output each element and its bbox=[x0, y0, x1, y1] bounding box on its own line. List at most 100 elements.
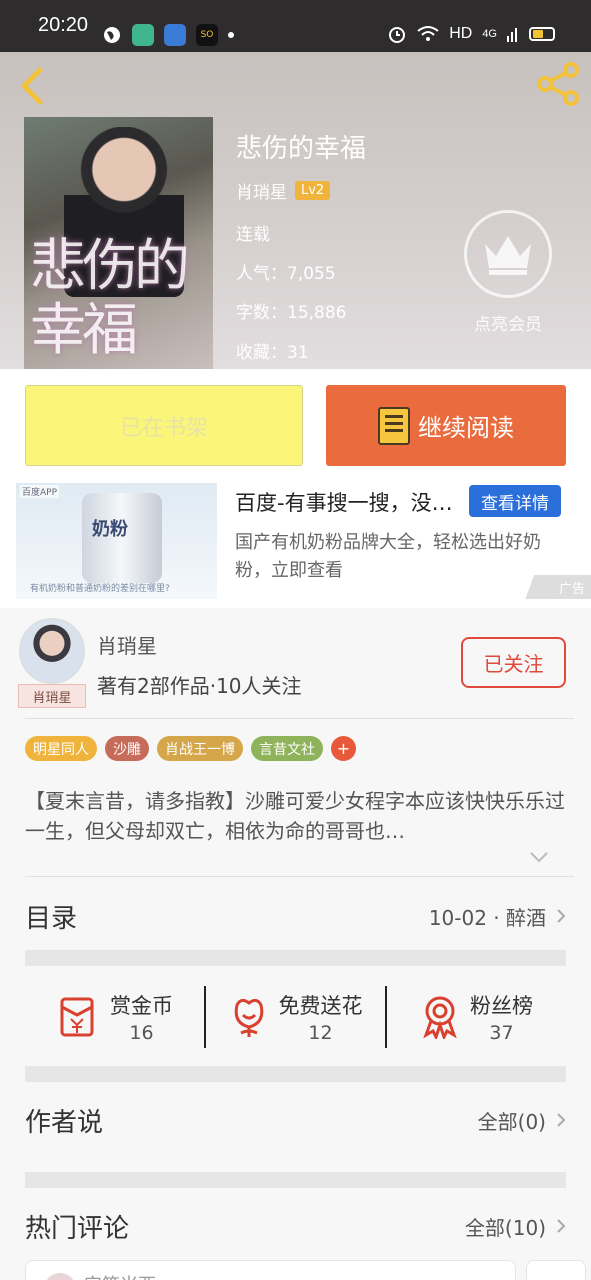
tag[interactable]: 明星同人 bbox=[25, 736, 97, 761]
vip-button[interactable] bbox=[464, 210, 552, 298]
stat-label: 粉丝榜 bbox=[470, 994, 533, 1018]
catalog-latest: 10-02 · 醉酒 bbox=[429, 902, 566, 931]
book-word-count: 字数：15,886 bbox=[236, 303, 347, 323]
book-cover[interactable]: 悲伤的幸福 bbox=[24, 117, 213, 369]
divider bbox=[25, 876, 574, 877]
follow-button[interactable]: 已关注 bbox=[461, 637, 566, 688]
globe-icon bbox=[104, 27, 120, 43]
author-works: 著有2部作品·10人关注 bbox=[97, 674, 302, 698]
ad-title[interactable]: 百度-有事搜一搜，没事看一看 bbox=[235, 487, 461, 517]
back-button[interactable] bbox=[12, 62, 52, 110]
section-separator bbox=[25, 950, 566, 966]
in-shelf-button[interactable]: 已在书架 bbox=[25, 385, 303, 466]
stat-label: 免费送花 bbox=[278, 994, 363, 1018]
hot-comments-label: 热门评论 bbox=[25, 1213, 130, 1244]
ad-label: 广告 bbox=[515, 575, 591, 599]
chevron-right-icon bbox=[557, 1113, 566, 1127]
book-title: 悲伤的幸福 bbox=[236, 134, 367, 164]
chevron-right-icon bbox=[557, 1219, 566, 1233]
more-notifications-dot bbox=[228, 32, 234, 38]
hot-comments-count: 全部(10) bbox=[464, 1215, 546, 1240]
ad-image-tag: 百度APP bbox=[20, 485, 60, 498]
author-row: 肖琑星 Lv2 bbox=[236, 178, 331, 203]
notification-icons: SO bbox=[102, 24, 234, 46]
author-says-count: 全部(0) bbox=[477, 1109, 546, 1134]
chevron-right-icon bbox=[557, 909, 566, 923]
fan-ranking-button[interactable]: 粉丝榜 37 bbox=[387, 990, 566, 1044]
signal-type: 4G bbox=[482, 28, 497, 40]
catalog-label: 目录 bbox=[25, 903, 78, 934]
author-avatar[interactable] bbox=[19, 618, 85, 684]
action-bar: 已在书架 继续阅读 bbox=[0, 369, 591, 483]
book-popularity: 人气：7,055 bbox=[236, 264, 336, 284]
ad-banner[interactable]: 百度APP 奶粉 有机奶粉和普通奶粉的差别在哪里? 百度-有事搜一搜，没事看一看… bbox=[0, 483, 591, 608]
tag-list: 明星同人 沙雕 肖战王一博 言昔文社 + bbox=[25, 736, 356, 761]
divider bbox=[25, 718, 574, 719]
stat-value: 12 bbox=[308, 1022, 333, 1044]
author-says-label: 作者说 bbox=[25, 1107, 104, 1138]
hot-comments-row[interactable]: 热门评论 全部(10) bbox=[25, 1204, 566, 1248]
stat-value: 16 bbox=[129, 1022, 154, 1044]
book-status: 连载 bbox=[236, 225, 270, 245]
tag[interactable]: 肖战王一博 bbox=[157, 736, 243, 761]
stats-bar: 赏金币 16 免费送花 12 粉丝榜 37 bbox=[25, 968, 566, 1066]
signal-icon bbox=[507, 28, 517, 42]
level-badge: Lv2 bbox=[295, 181, 331, 200]
stat-label: 赏金币 bbox=[110, 994, 173, 1018]
app-icon-green bbox=[132, 24, 154, 46]
battery-icon bbox=[529, 27, 555, 41]
commenter-name: 安笙米酉 bbox=[84, 1271, 156, 1280]
ad-details-button[interactable]: 查看详情 bbox=[469, 485, 561, 517]
medal-icon bbox=[423, 996, 457, 1039]
status-bar: 20:20 SO HD 4G bbox=[0, 0, 591, 52]
book-icon bbox=[378, 406, 410, 445]
network-type: HD bbox=[449, 25, 473, 42]
author-name[interactable]: 肖琑星 bbox=[97, 630, 157, 659]
section-separator bbox=[25, 1172, 566, 1188]
continue-reading-button[interactable]: 继续阅读 bbox=[326, 385, 566, 466]
in-shelf-label: 已在书架 bbox=[119, 415, 208, 441]
free-flower-button[interactable]: 免费送花 12 bbox=[206, 990, 385, 1044]
author-says-all: 全部(0) bbox=[478, 1106, 566, 1135]
tag[interactable]: 言昔文社 bbox=[251, 736, 323, 761]
app-icon-soul: SO bbox=[196, 24, 218, 46]
hot-comments-all: 全部(10) bbox=[465, 1212, 566, 1241]
fan-ranking-text: 粉丝榜 37 bbox=[470, 990, 533, 1044]
ad-image-text: 奶粉 bbox=[92, 519, 128, 540]
synopsis[interactable]: 【夏末言昔，请多指教】沙雕可爱少女程字本应该快快乐乐过一生，但父母却双亡，相依为… bbox=[25, 786, 565, 846]
ad-image[interactable]: 百度APP 奶粉 有机奶粉和普通奶粉的差别在哪里? bbox=[16, 483, 217, 599]
latest-chapter: 10-02 · 醉酒 bbox=[428, 905, 546, 930]
commenter-avatar bbox=[44, 1273, 76, 1280]
clock: 20:20 bbox=[38, 14, 89, 36]
app-icon-blue bbox=[164, 24, 186, 46]
tag[interactable]: 沙雕 bbox=[105, 736, 149, 761]
author-says-row[interactable]: 作者说 全部(0) bbox=[25, 1098, 566, 1142]
avatar-name-tag: 肖琑星 bbox=[18, 684, 86, 708]
book-header: 悲伤的幸福 悲伤的幸福 肖琑星 Lv2 连载 人气：7,055 字数：15,88… bbox=[0, 52, 591, 369]
ad-image-caption: 有机奶粉和普通奶粉的差别在哪里? bbox=[30, 584, 170, 594]
ad-label-text: 广告 bbox=[558, 581, 585, 597]
author-name[interactable]: 肖琑星 bbox=[236, 178, 287, 203]
catalog-row[interactable]: 目录 10-02 · 醉酒 bbox=[25, 896, 566, 936]
reward-coin-text: 赏金币 16 bbox=[110, 990, 173, 1044]
continue-reading-label: 继续阅读 bbox=[418, 414, 514, 442]
book-details: 肖琑星 肖琑星 著有2部作品·10人关注 已关注 明星同人 沙雕 肖战王一博 言… bbox=[0, 608, 591, 1280]
vip-label: 点亮会员 bbox=[474, 315, 542, 335]
stat-value: 37 bbox=[489, 1022, 514, 1044]
free-flower-text: 免费送花 12 bbox=[279, 990, 363, 1044]
red-envelope-icon bbox=[60, 997, 94, 1037]
section-separator bbox=[25, 1066, 566, 1082]
flower-icon bbox=[234, 998, 263, 1037]
system-icons: HD 4G bbox=[387, 24, 555, 44]
comment-card[interactable] bbox=[526, 1260, 586, 1280]
reward-coin-button[interactable]: 赏金币 16 bbox=[25, 990, 204, 1044]
add-tag-button[interactable]: + bbox=[331, 736, 356, 761]
book-favorites: 收藏：31 bbox=[236, 343, 309, 363]
cover-title: 悲伤的幸福 bbox=[30, 234, 190, 363]
crown-icon bbox=[485, 236, 531, 275]
wifi-icon bbox=[417, 26, 439, 41]
expand-chevron-icon[interactable] bbox=[528, 850, 550, 864]
share-button[interactable] bbox=[535, 60, 583, 108]
alarm-icon bbox=[389, 27, 406, 43]
comment-card[interactable]: 安笙米酉 bbox=[25, 1260, 516, 1280]
